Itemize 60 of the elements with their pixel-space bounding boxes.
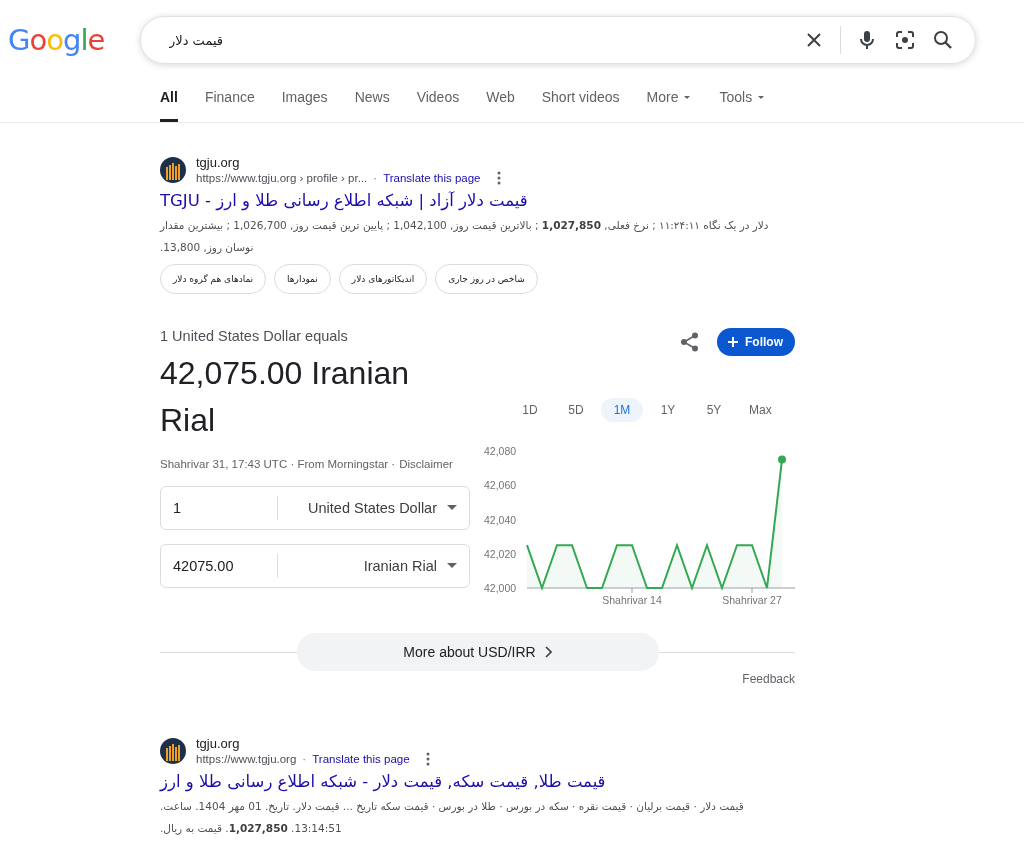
sitelink-chip[interactable]: اندیکاتورهای دلار [338, 264, 428, 294]
separator-dot: · [302, 753, 307, 765]
dropdown-caret-icon[interactable] [447, 563, 457, 569]
amount-field[interactable]: 1 [173, 496, 278, 520]
time-range-tab[interactable]: 1D [509, 398, 551, 422]
dropdown-caret-icon[interactable] [447, 505, 457, 511]
currency-select[interactable]: Iranian Rial [363, 558, 437, 574]
time-range-tab[interactable]: 1Y [647, 398, 689, 422]
google-logo[interactable]: Google [8, 23, 140, 57]
result-title-link[interactable]: قیمت دلار آزاد | شبکه اطلاع رسانی طلا و ارز - TGJU [160, 191, 528, 210]
time-range-tab[interactable]: 5Y [693, 398, 735, 422]
search-tab[interactable]: All [160, 86, 178, 122]
currency-converter-row[interactable]: 42075.00 Iranian Rial [160, 544, 470, 588]
time-range-tab[interactable]: 1M [601, 398, 643, 422]
share-icon[interactable] [679, 331, 701, 353]
x-axis-label: Shahrivar 14 [602, 594, 662, 606]
conversion-result: 42,075.00 Iranian Rial [160, 354, 411, 440]
camera-lens-icon[interactable] [893, 28, 917, 52]
disclaimer-link[interactable]: Disclaimer [399, 458, 453, 470]
translate-link[interactable]: Translate this page [312, 753, 410, 765]
chevron-right-icon [543, 646, 552, 658]
follow-button[interactable]: Follow [717, 328, 795, 356]
amount-field[interactable]: 42075.00 [173, 554, 278, 578]
search-tab[interactable]: Short videos [541, 86, 620, 122]
search-tab[interactable]: Images [281, 86, 328, 122]
translate-link[interactable]: Translate this page [383, 172, 481, 184]
site-name[interactable]: tgju.org [196, 736, 434, 751]
site-name[interactable]: tgju.org [196, 155, 505, 170]
y-axis-label: 42,080 [484, 446, 517, 457]
search-tab[interactable]: Videos [416, 86, 460, 122]
site-url[interactable]: https://www.tgju.org [196, 753, 297, 765]
sitelink-chip[interactable]: نمودارها [274, 264, 331, 294]
plus-icon [727, 336, 739, 348]
more-about-button[interactable]: More about USD/IRR [296, 633, 659, 671]
y-axis-label: 42,060 [484, 479, 517, 492]
search-tab[interactable]: Web [486, 86, 515, 122]
time-range-tab[interactable]: Max [739, 398, 781, 422]
y-axis-label: 42,040 [484, 513, 517, 526]
site-favicon-icon [160, 157, 186, 183]
result-title-link[interactable]: قیمت طلا, قیمت سکه, قیمت دلار - شبکه اطلاع رسانی طلا و ارز [160, 772, 606, 791]
search-tab[interactable]: News [354, 86, 390, 122]
site-favicon-icon [160, 738, 186, 764]
conversion-label: 1 United States Dollar equals [160, 328, 349, 344]
search-tab[interactable]: More [646, 86, 693, 122]
sitelink-chip[interactable]: نمادهای هم گروه دلار [160, 264, 267, 294]
feedback-link[interactable]: Feedback [742, 672, 795, 686]
search-tab[interactable]: Finance [204, 86, 255, 122]
currency-select[interactable]: United States Dollar [308, 500, 437, 516]
sitelink-chip[interactable]: شاخص در روز جاری [435, 264, 538, 294]
site-url[interactable]: https://www.tgju.org › profile › pr... [196, 172, 368, 184]
separator-dot: · [373, 172, 378, 184]
currency-converter-row[interactable]: 1 United States Dollar [160, 486, 470, 530]
time-range-tab[interactable]: 5D [555, 398, 597, 422]
search-tab[interactable]: Tools [719, 86, 767, 122]
source-info: Shahrivar 31, 17:43 UTC · From Morningstar · [160, 458, 396, 470]
y-axis-label: 42,020 [484, 547, 517, 560]
search-field[interactable]: قیمت دلار [167, 31, 802, 49]
x-axis-label: Shahrivar 27 [722, 594, 782, 606]
latest-point-marker [778, 455, 786, 464]
y-axis-label: 42,000 [484, 582, 517, 594]
